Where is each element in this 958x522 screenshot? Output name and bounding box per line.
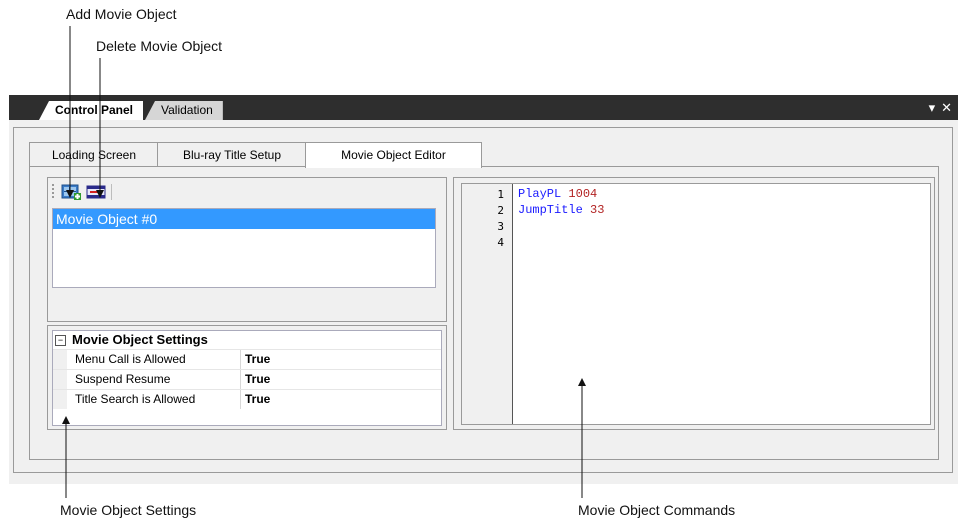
movie-object-settings-group: − Movie Object Settings Menu Call is Allo… [47, 325, 447, 430]
movie-object-editor-pane: Movie Object #0 − Movie Object Settings M… [29, 166, 939, 460]
collapse-icon[interactable]: − [55, 335, 66, 346]
command-argument: 1004 [568, 187, 598, 201]
tab-validation[interactable]: Validation [145, 101, 223, 120]
titlebar-icons: ▾ ✕ [923, 100, 952, 116]
callout-delete-movie-object: Delete Movie Object [96, 38, 223, 54]
panel-titlebar: Control Panel Validation ▾ ✕ [9, 95, 958, 120]
line-number: 4 [497, 236, 504, 249]
property-row[interactable]: Suspend Resume True [53, 369, 441, 389]
callout-movie-object-settings: Movie Object Settings [60, 502, 197, 518]
property-row[interactable]: Menu Call is Allowed True [53, 349, 441, 369]
line-number-gutter: 1 2 3 4 [462, 184, 513, 424]
code-line[interactable]: JumpTitle 33 [518, 203, 604, 217]
command-keyword: PlayPL [518, 187, 562, 201]
toolbar-separator [111, 184, 112, 200]
callout-add-movie-object: Add Movie Object [66, 6, 177, 22]
movie-object-commands-group: 1 2 3 4 PlayPL 1004 JumpTitle 33 [453, 177, 935, 430]
add-movie-object-icon[interactable] [60, 183, 82, 201]
command-editor[interactable]: 1 2 3 4 PlayPL 1004 JumpTitle 33 [461, 183, 931, 425]
dropdown-arrow-icon[interactable]: ▾ [929, 100, 936, 115]
tab-control-panel[interactable]: Control Panel [39, 101, 144, 120]
line-number: 3 [497, 220, 504, 233]
callout-movie-object-commands: Movie Object Commands [578, 502, 736, 518]
delete-movie-object-icon[interactable] [85, 183, 107, 201]
line-number: 2 [497, 204, 504, 217]
panel-content: Loading Screen Blu-ray Title Setup Movie… [13, 127, 953, 473]
property-name: Menu Call is Allowed [75, 352, 186, 366]
command-keyword: JumpTitle [518, 203, 583, 217]
movie-object-settings-grid: − Movie Object Settings Menu Call is Allo… [52, 330, 442, 426]
tab-loading-screen[interactable]: Loading Screen [29, 142, 159, 167]
movie-object-list[interactable]: Movie Object #0 [52, 208, 436, 288]
property-row[interactable]: Title Search is Allowed True [53, 389, 441, 409]
movie-object-toolbar [50, 180, 440, 204]
property-value[interactable]: True [245, 350, 270, 369]
settings-header-label: Movie Object Settings [72, 332, 208, 347]
property-name: Suspend Resume [75, 372, 171, 386]
close-icon[interactable]: ✕ [941, 100, 952, 115]
property-value[interactable]: True [245, 390, 270, 409]
tab-movie-object-editor[interactable]: Movie Object Editor [305, 142, 482, 168]
movie-object-list-group: Movie Object #0 [47, 177, 447, 322]
list-item-movie-object-0[interactable]: Movie Object #0 [53, 209, 435, 229]
property-name: Title Search is Allowed [75, 392, 196, 406]
command-argument: 33 [590, 203, 605, 217]
toolbar-grip[interactable] [52, 184, 54, 200]
settings-category-header[interactable]: − Movie Object Settings [53, 331, 441, 349]
control-panel-window: Control Panel Validation ▾ ✕ Loading Scre… [9, 95, 958, 484]
property-value[interactable]: True [245, 370, 270, 389]
tab-bluray-title-setup[interactable]: Blu-ray Title Setup [157, 142, 307, 167]
line-number: 1 [497, 188, 504, 201]
code-line[interactable]: PlayPL 1004 [518, 187, 597, 201]
